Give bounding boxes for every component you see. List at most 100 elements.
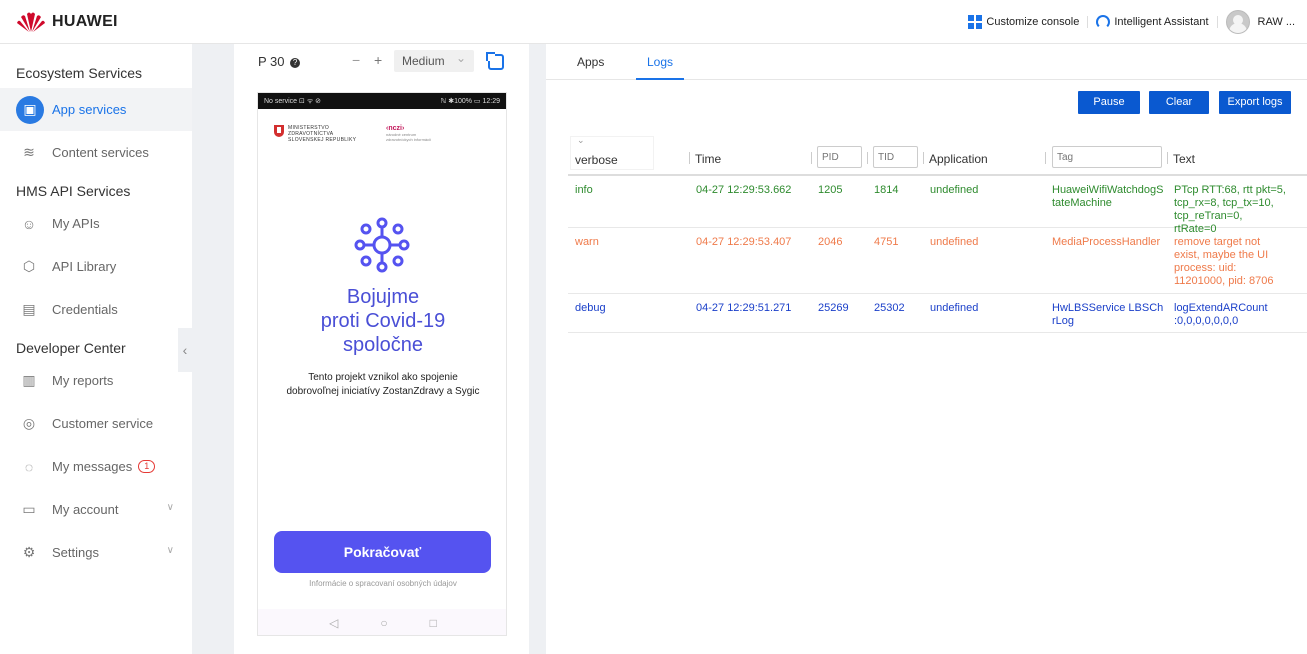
column-divider bbox=[923, 152, 924, 164]
log-application: undefined bbox=[930, 302, 979, 314]
phone-nav-bar: ◁ ○ □ bbox=[258, 609, 506, 635]
user-api-icon: ☺ bbox=[21, 215, 37, 232]
continue-button[interactable]: Pokračovať bbox=[274, 531, 491, 573]
sidebar-item-label: My APIs bbox=[52, 216, 100, 231]
app-subtitle: Tento projekt vznikol ako spojenie dobro… bbox=[286, 372, 480, 397]
log-text: remove target not exist, maybe the UI pr… bbox=[1174, 236, 1274, 287]
sidebar-item-label: My account bbox=[52, 502, 119, 517]
zoom-in-button[interactable]: + bbox=[374, 52, 382, 68]
device-screen[interactable]: No service ⊡ ᯤ ⊘ ℕ ✱100% ▭ 12:29 MINISTE… bbox=[257, 92, 507, 636]
export-logs-button[interactable]: Export logs bbox=[1219, 91, 1291, 114]
sidebar-item-my-apis[interactable]: ☺ My APIs bbox=[0, 202, 192, 245]
log-pid: 25269 bbox=[818, 302, 849, 314]
device-model: P 30 ? bbox=[258, 54, 301, 69]
brand[interactable]: HUAWEI bbox=[16, 10, 118, 34]
customize-console-button[interactable]: Customize console bbox=[960, 15, 1087, 29]
chevron-down-icon: ⌄ bbox=[577, 135, 585, 145]
column-divider bbox=[1045, 152, 1046, 164]
column-divider bbox=[1167, 152, 1168, 164]
sidebar-item-settings[interactable]: ⚙ Settings ∨ bbox=[0, 531, 192, 574]
sidebar-item-app-services[interactable]: ▣ App services bbox=[0, 88, 192, 131]
log-pid: 1205 bbox=[818, 184, 843, 196]
tab-bar: Apps Logs bbox=[546, 44, 1307, 80]
chevron-left-icon: ‹ bbox=[182, 342, 188, 358]
log-tag: HwLBSService LBSChrLog bbox=[1052, 302, 1164, 327]
sidebar-item-label: Settings bbox=[52, 545, 99, 560]
brand-name: HUAWEI bbox=[52, 13, 118, 30]
document-icon: ▤ bbox=[22, 301, 36, 317]
recents-icon[interactable]: □ bbox=[430, 616, 437, 630]
app-services-icon: ▣ bbox=[16, 95, 44, 124]
column-application: Application bbox=[929, 152, 988, 166]
bar-chart-icon: ▥ bbox=[22, 372, 36, 388]
privacy-link[interactable]: Informácie o spracovaní osobných údajov bbox=[258, 579, 506, 588]
log-row[interactable]: warn 04-27 12:29:53.407 2046 4751 undefi… bbox=[568, 229, 1307, 294]
clear-button[interactable]: Clear bbox=[1149, 91, 1209, 114]
sidebar-item-label: Customer service bbox=[52, 416, 154, 431]
sidebar-item-label: Content services bbox=[52, 145, 149, 160]
pid-filter-input[interactable] bbox=[817, 146, 862, 168]
log-row[interactable]: info 04-27 12:29:53.662 1205 1814 undefi… bbox=[568, 177, 1307, 235]
zoom-out-button[interactable]: − bbox=[352, 52, 360, 68]
tag-filter-input[interactable] bbox=[1052, 146, 1162, 168]
chat-icon: ◌ bbox=[24, 458, 34, 475]
cube-icon: ⬡ bbox=[22, 258, 36, 274]
log-row[interactable]: debug 04-27 12:29:51.271 25269 25302 und… bbox=[568, 295, 1307, 333]
log-tid: 4751 bbox=[874, 236, 899, 248]
log-tid: 25302 bbox=[874, 302, 905, 314]
device-panel: P 30 ? − + Medium No service ⊡ ᯤ ⊘ ℕ ✱10… bbox=[234, 44, 529, 654]
sidebar-item-customer-service[interactable]: ◎ Customer service bbox=[0, 402, 192, 445]
log-tid: 1814 bbox=[874, 184, 899, 196]
rotate-screen-icon[interactable] bbox=[486, 52, 504, 70]
sidebar-item-api-library[interactable]: ⬡ API Library bbox=[0, 245, 192, 288]
nczi-sub-line: zdravotníckych informácií bbox=[386, 137, 432, 142]
unread-badge: 1 bbox=[138, 460, 156, 473]
sidebar-item-my-account[interactable]: ▭ My account ∨ bbox=[0, 488, 192, 531]
pause-button[interactable]: Pause bbox=[1078, 91, 1140, 114]
log-pid: 2046 bbox=[818, 236, 843, 248]
log-level-select[interactable]: ⌄ verbose bbox=[570, 135, 654, 170]
help-icon[interactable]: ? bbox=[290, 58, 301, 68]
phone-status-bar: No service ⊡ ᯤ ⊘ ℕ ✱100% ▭ 12:29 bbox=[258, 93, 506, 109]
column-text: Text bbox=[1173, 152, 1196, 166]
status-right: ℕ ✱100% ▭ 12:29 bbox=[440, 98, 500, 105]
shield-icon bbox=[274, 125, 284, 137]
sidebar-group-title: Ecosystem Services bbox=[16, 65, 143, 81]
column-divider bbox=[867, 152, 868, 164]
column-divider bbox=[811, 152, 812, 164]
grid-icon bbox=[968, 15, 983, 29]
sidebar-item-label: API Library bbox=[52, 259, 117, 274]
sidebar-item-my-messages[interactable]: ◌ My messages 1 bbox=[0, 445, 192, 488]
screen-size-select[interactable]: Medium bbox=[394, 47, 474, 72]
headset-icon bbox=[1096, 15, 1111, 29]
log-level: warn bbox=[575, 236, 599, 248]
log-table-header: ⌄ verbose Time Application Text bbox=[568, 132, 1307, 176]
sidebar-item-label: My reports bbox=[52, 373, 114, 388]
ministry-logo: MINISTERSTVO ZDRAVOTNÍCTVA SLOVENSKEJ RE… bbox=[274, 125, 356, 143]
user-name: RAW ... bbox=[1257, 16, 1295, 28]
sidebar-item-my-reports[interactable]: ▥ My reports bbox=[0, 359, 192, 402]
sidebar-item-content-services[interactable]: ≋ Content services bbox=[0, 131, 192, 174]
sidebar-group-title: HMS API Services bbox=[16, 183, 131, 199]
sidebar-item-label: App services bbox=[52, 102, 127, 117]
status-left: No service ⊡ ᯤ ⊘ bbox=[264, 97, 322, 105]
tab-logs[interactable]: Logs bbox=[636, 44, 684, 80]
back-icon[interactable]: ◁ bbox=[329, 616, 338, 630]
app-title: Bojujme proti Covid-19 spoločne bbox=[320, 286, 446, 356]
user-menu[interactable]: RAW ... bbox=[1218, 10, 1307, 34]
tid-filter-input[interactable] bbox=[873, 146, 918, 168]
log-application: undefined bbox=[930, 236, 979, 248]
log-text: logExtendARCount :0,0,0,0,0,0,0 bbox=[1174, 302, 1268, 327]
intelligent-assistant-button[interactable]: Intelligent Assistant bbox=[1088, 15, 1216, 29]
sidebar-item-credentials[interactable]: ▤ Credentials bbox=[0, 288, 192, 331]
log-tag: HuaweiWifiWatchdogStateMachine bbox=[1052, 184, 1164, 209]
layers-icon: ≋ bbox=[23, 144, 35, 160]
tab-apps[interactable]: Apps bbox=[577, 44, 604, 80]
home-icon[interactable]: ○ bbox=[380, 616, 387, 630]
customize-console-label: Customize console bbox=[986, 16, 1080, 28]
huawei-logo-icon bbox=[17, 12, 45, 32]
sidebar-collapse-button[interactable]: ‹ bbox=[178, 328, 192, 372]
log-application: undefined bbox=[930, 184, 979, 196]
log-level-value: verbose bbox=[575, 153, 618, 167]
log-level: debug bbox=[575, 302, 606, 314]
